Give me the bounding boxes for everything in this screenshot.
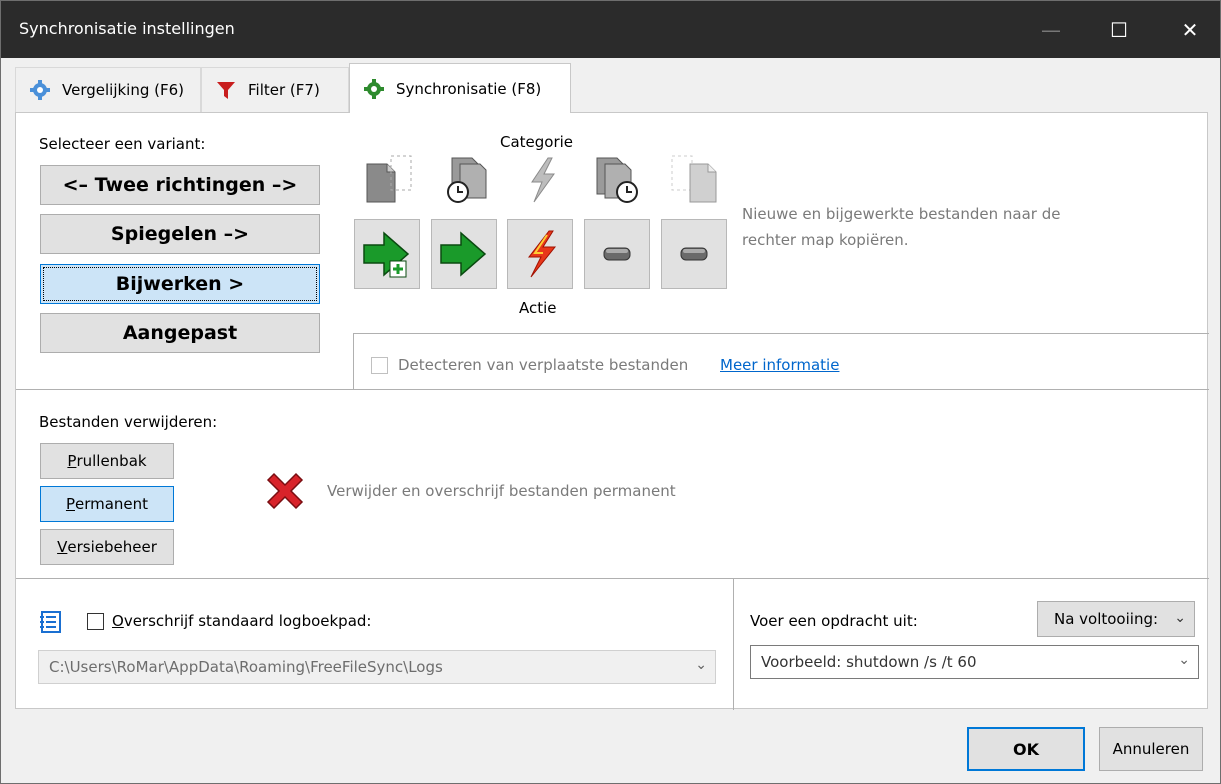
divider [353,333,1209,334]
tab-comparison[interactable]: Vergelijking (F6) [15,67,201,112]
permanent-accesskey: P [65,495,75,513]
log-path-combo[interactable]: C:\Users\RoMar\AppData\Roaming\FreeFileS… [38,650,716,684]
ok-button[interactable]: OK [967,727,1085,771]
chevron-down-icon: ⌄ [1174,610,1186,626]
gear-icon [28,78,52,102]
override-log-path-label: Overschrijf standaard logboekpad: [112,612,371,630]
command-trigger-value: Na voltooiing: [1053,610,1159,628]
delete-description: Verwijder en overschrijf bestanden perma… [327,482,676,500]
detect-moved-checkbox[interactable] [371,357,388,374]
divider [16,389,1209,390]
variant-description-line1: Nieuwe en bijgewerkte bestanden naar de [742,205,1061,223]
do-nothing-icon [603,247,631,261]
gear-green-icon [362,77,386,101]
red-x-icon [262,468,308,518]
cancel-button[interactable]: Annuleren [1099,727,1203,771]
sync-settings-dialog: Synchronisatie instellingen — ☐ ✕ Vergel… [0,0,1221,784]
action-update-right-button[interactable] [431,219,497,289]
action-label: Actie [519,299,557,317]
category-label: Categorie [500,133,574,151]
funnel-icon [214,78,238,102]
custom-button[interactable]: Aangepast [40,313,320,353]
versioning-label: ersiebeheer [67,538,157,556]
command-trigger-select[interactable]: Na voltooiing: ⌄ [1037,601,1195,637]
command-placeholder: Voorbeeld: shutdown /s /t 60 [761,653,977,671]
do-nothing-icon [680,247,708,261]
recycle-bin-accesskey: P [67,452,77,470]
divider [733,578,734,710]
versioning-accesskey: V [57,538,68,556]
tab-synchronization[interactable]: Synchronisatie (F8) [349,63,571,113]
minimize-button[interactable]: — [1022,1,1080,58]
recycle-bin-label: rullenbak [76,452,147,470]
close-button[interactable]: ✕ [1161,1,1219,58]
more-info-link[interactable]: Meer informatie [720,356,839,374]
tab-filter-label: Filter (F7) [248,81,320,99]
maximize-button[interactable]: ☐ [1090,1,1148,58]
action-do-nothing-button-1[interactable] [584,219,650,289]
recycle-bin-button[interactable]: Prullenbak [40,443,174,479]
green-arrow-icon [440,231,487,277]
sync-panel: Selecteer een variant: <– Twee richtinge… [15,112,1209,710]
permanent-button[interactable]: Permanent [40,486,174,522]
run-command-label: Voer een opdracht uit: [750,612,918,630]
window-title: Synchronisatie instellingen [19,19,235,38]
action-create-right-button[interactable] [354,219,420,289]
tab-filter[interactable]: Filter (F7) [201,67,349,112]
divider [16,578,1209,579]
override-log-path-text: verschrijf standaard logboekpad: [123,612,372,630]
variant-description-line2: rechter map kopiëren. [742,231,909,249]
title-bar: Synchronisatie instellingen — ☐ ✕ [1,1,1220,58]
delete-files-heading: Bestanden verwijderen: [39,413,218,431]
tab-comparison-label: Vergelijking (F6) [62,81,185,99]
action-conflict-button[interactable] [507,219,573,289]
versioning-button[interactable]: Versiebeheer [40,529,174,565]
command-input[interactable]: Voorbeeld: shutdown /s /t 60 ⌄ [750,645,1199,679]
left-only-file-icon [355,153,421,207]
two-way-button[interactable]: <– Twee richtingen –> [40,165,320,205]
variant-heading: Selecteer een variant: [39,135,206,153]
conflict-lightning-icon [508,153,574,207]
chevron-down-icon: ⌄ [695,657,707,673]
chevron-down-icon: ⌄ [1178,652,1190,668]
tab-synchronization-label: Synchronisatie (F8) [396,79,542,98]
override-log-path-checkbox[interactable] [87,613,104,630]
divider [353,333,354,389]
update-button[interactable]: Bijwerken > [40,264,320,304]
override-log-path-accesskey: O [112,612,124,630]
permanent-label: ermanent [74,495,149,513]
right-newer-file-icon [585,153,651,207]
left-newer-file-icon [432,153,498,207]
log-path-value: C:\Users\RoMar\AppData\Roaming\FreeFileS… [49,658,443,676]
green-arrow-plus-icon [363,231,410,278]
log-file-icon [39,610,63,638]
detect-moved-label: Detecteren van verplaatste bestanden [398,356,689,374]
right-only-file-icon [662,153,728,207]
mirror-button[interactable]: Spiegelen –> [40,214,320,254]
action-do-nothing-button-2[interactable] [661,219,727,289]
red-lightning-icon [527,230,557,278]
